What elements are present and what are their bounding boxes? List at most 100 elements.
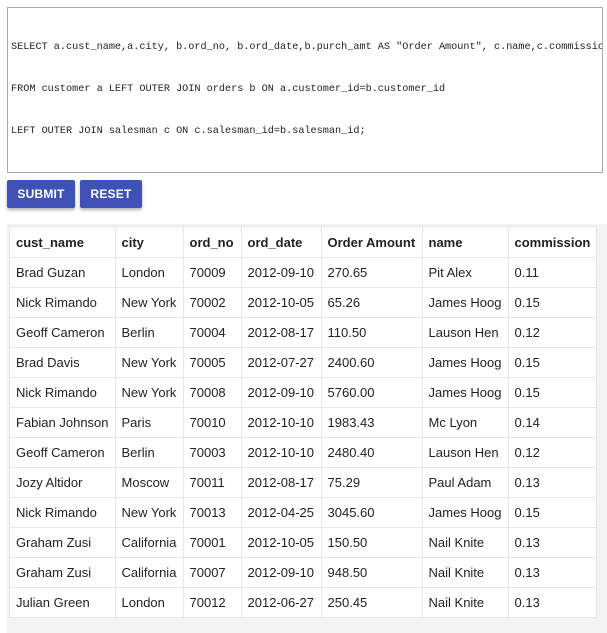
- sql-line: LEFT OUTER JOIN salesman c ON c.salesman…: [11, 126, 366, 137]
- table-cell: Fabian Johnson: [9, 407, 116, 438]
- table-cell: London: [114, 257, 184, 288]
- table-cell: 2012-04-25: [240, 497, 322, 528]
- table-cell: California: [114, 527, 184, 558]
- table-cell: Lauson Hen: [421, 317, 509, 348]
- table-cell: Pit Alex: [421, 257, 509, 288]
- table-cell: James Hoog: [421, 497, 509, 528]
- table-cell: 0.13: [507, 557, 598, 588]
- table-cell: Paul Adam: [421, 467, 509, 498]
- sql-editor[interactable]: SELECT a.cust_name,a.city, b.ord_no, b.o…: [7, 7, 603, 173]
- table-cell: 0.15: [507, 497, 598, 528]
- table-row: Graham Zusi California 70007 2012-09-10 948.…: [9, 557, 598, 588]
- column-header-city: city: [114, 226, 184, 258]
- table-cell: California: [114, 557, 184, 588]
- table-cell: James Hoog: [421, 347, 509, 378]
- table-cell: 65.26: [320, 287, 423, 318]
- column-header-ord-no: ord_no: [182, 226, 242, 258]
- table-cell: 75.29: [320, 467, 423, 498]
- table-row: Brad Guzan London 70009 2012-09-10 270.65 Pit…: [9, 257, 598, 288]
- table-cell: Geoff Cameron: [9, 437, 116, 468]
- table-cell: Nick Rimando: [9, 377, 116, 408]
- table-cell: 0.15: [507, 377, 598, 408]
- submit-button[interactable]: SUBMIT: [7, 180, 75, 208]
- table-row: Graham Zusi California 70001 2012-10-05 150.…: [9, 527, 598, 558]
- sql-line: SELECT a.cust_name,a.city, b.ord_no, b.o…: [11, 42, 603, 53]
- table-cell: Nail Knite: [421, 557, 509, 588]
- table-row: Brad Davis New York 70005 2012-07-27 2400.60…: [9, 347, 598, 378]
- table-cell: James Hoog: [421, 287, 509, 318]
- table-cell: 0.14: [507, 407, 598, 438]
- table-cell: New York: [114, 347, 184, 378]
- table-cell: 70003: [182, 437, 242, 468]
- table-cell: 150.50: [320, 527, 423, 558]
- table-cell: 2012-10-05: [240, 287, 322, 318]
- table-cell: Lauson Hen: [421, 437, 509, 468]
- table-cell: Paris: [114, 407, 184, 438]
- table-cell: 70001: [182, 527, 242, 558]
- table-cell: 0.15: [507, 287, 598, 318]
- table-cell: New York: [114, 287, 184, 318]
- table-cell: 270.65: [320, 257, 423, 288]
- table-cell: 70005: [182, 347, 242, 378]
- table-cell: 70004: [182, 317, 242, 348]
- table-cell: 0.13: [507, 587, 598, 618]
- table-row: Nick Rimando New York 70013 2012-04-25 3045.…: [9, 497, 598, 528]
- table-cell: 0.13: [507, 467, 598, 498]
- table-cell: New York: [114, 377, 184, 408]
- table-cell: 70012: [182, 587, 242, 618]
- table-cell: 948.50: [320, 557, 423, 588]
- table-cell: Graham Zusi: [9, 557, 116, 588]
- table-cell: Nail Knite: [421, 527, 509, 558]
- column-header-name: name: [421, 226, 509, 258]
- table-cell: 0.12: [507, 317, 598, 348]
- table-cell: 250.45: [320, 587, 423, 618]
- results-panel: cust_name city ord_no ord_date Order Amo…: [7, 224, 607, 633]
- table-cell: 2480.40: [320, 437, 423, 468]
- table-row: Nick Rimando New York 70008 2012-09-10 5760.…: [9, 377, 598, 408]
- table-cell: 2012-06-27: [240, 587, 322, 618]
- table-cell: 0.15: [507, 347, 598, 378]
- table-cell: 2012-09-10: [240, 377, 322, 408]
- sql-line: FROM customer a LEFT OUTER JOIN orders b…: [11, 84, 446, 95]
- table-cell: 0.11: [507, 257, 598, 288]
- results-table: cust_name city ord_no ord_date Order Amo…: [9, 226, 598, 618]
- table-cell: 2012-10-10: [240, 437, 322, 468]
- table-cell: 2400.60: [320, 347, 423, 378]
- table-cell: Graham Zusi: [9, 527, 116, 558]
- table-cell: Moscow: [114, 467, 184, 498]
- table-cell: 2012-09-10: [240, 557, 322, 588]
- table-cell: 2012-09-10: [240, 257, 322, 288]
- table-cell: 5760.00: [320, 377, 423, 408]
- table-row: Jozy Altidor Moscow 70011 2012-08-17 75.29 Pa…: [9, 467, 598, 498]
- table-cell: Brad Davis: [9, 347, 116, 378]
- table-cell: 3045.60: [320, 497, 423, 528]
- table-cell: 0.13: [507, 527, 598, 558]
- table-row: Geoff Cameron Berlin 70003 2012-10-10 2480.4…: [9, 437, 598, 468]
- table-cell: 0.12: [507, 437, 598, 468]
- table-cell: New York: [114, 497, 184, 528]
- table-cell: 2012-10-05: [240, 527, 322, 558]
- table-cell: 1983.43: [320, 407, 423, 438]
- table-cell: 2012-08-17: [240, 467, 322, 498]
- table-cell: Nick Rimando: [9, 287, 116, 318]
- table-cell: 70010: [182, 407, 242, 438]
- table-cell: 2012-08-17: [240, 317, 322, 348]
- table-cell: Berlin: [114, 317, 184, 348]
- reset-button[interactable]: RESET: [80, 180, 142, 208]
- column-header-ord-date: ord_date: [240, 226, 322, 258]
- table-cell: 70007: [182, 557, 242, 588]
- table-cell: 70009: [182, 257, 242, 288]
- table-cell: 2012-10-10: [240, 407, 322, 438]
- table-cell: Nail Knite: [421, 587, 509, 618]
- table-cell: Nick Rimando: [9, 497, 116, 528]
- table-cell: James Hoog: [421, 377, 509, 408]
- table-cell: Berlin: [114, 437, 184, 468]
- results-body: Brad Guzan London 70009 2012-09-10 270.65 Pit…: [9, 257, 598, 618]
- table-cell: 70013: [182, 497, 242, 528]
- table-cell: Brad Guzan: [9, 257, 116, 288]
- column-header-order-amount: Order Amount: [320, 226, 423, 258]
- column-header-cust-name: cust_name: [9, 226, 116, 258]
- table-cell: Jozy Altidor: [9, 467, 116, 498]
- table-header-row: cust_name city ord_no ord_date Order Amo…: [9, 226, 598, 258]
- table-cell: Geoff Cameron: [9, 317, 116, 348]
